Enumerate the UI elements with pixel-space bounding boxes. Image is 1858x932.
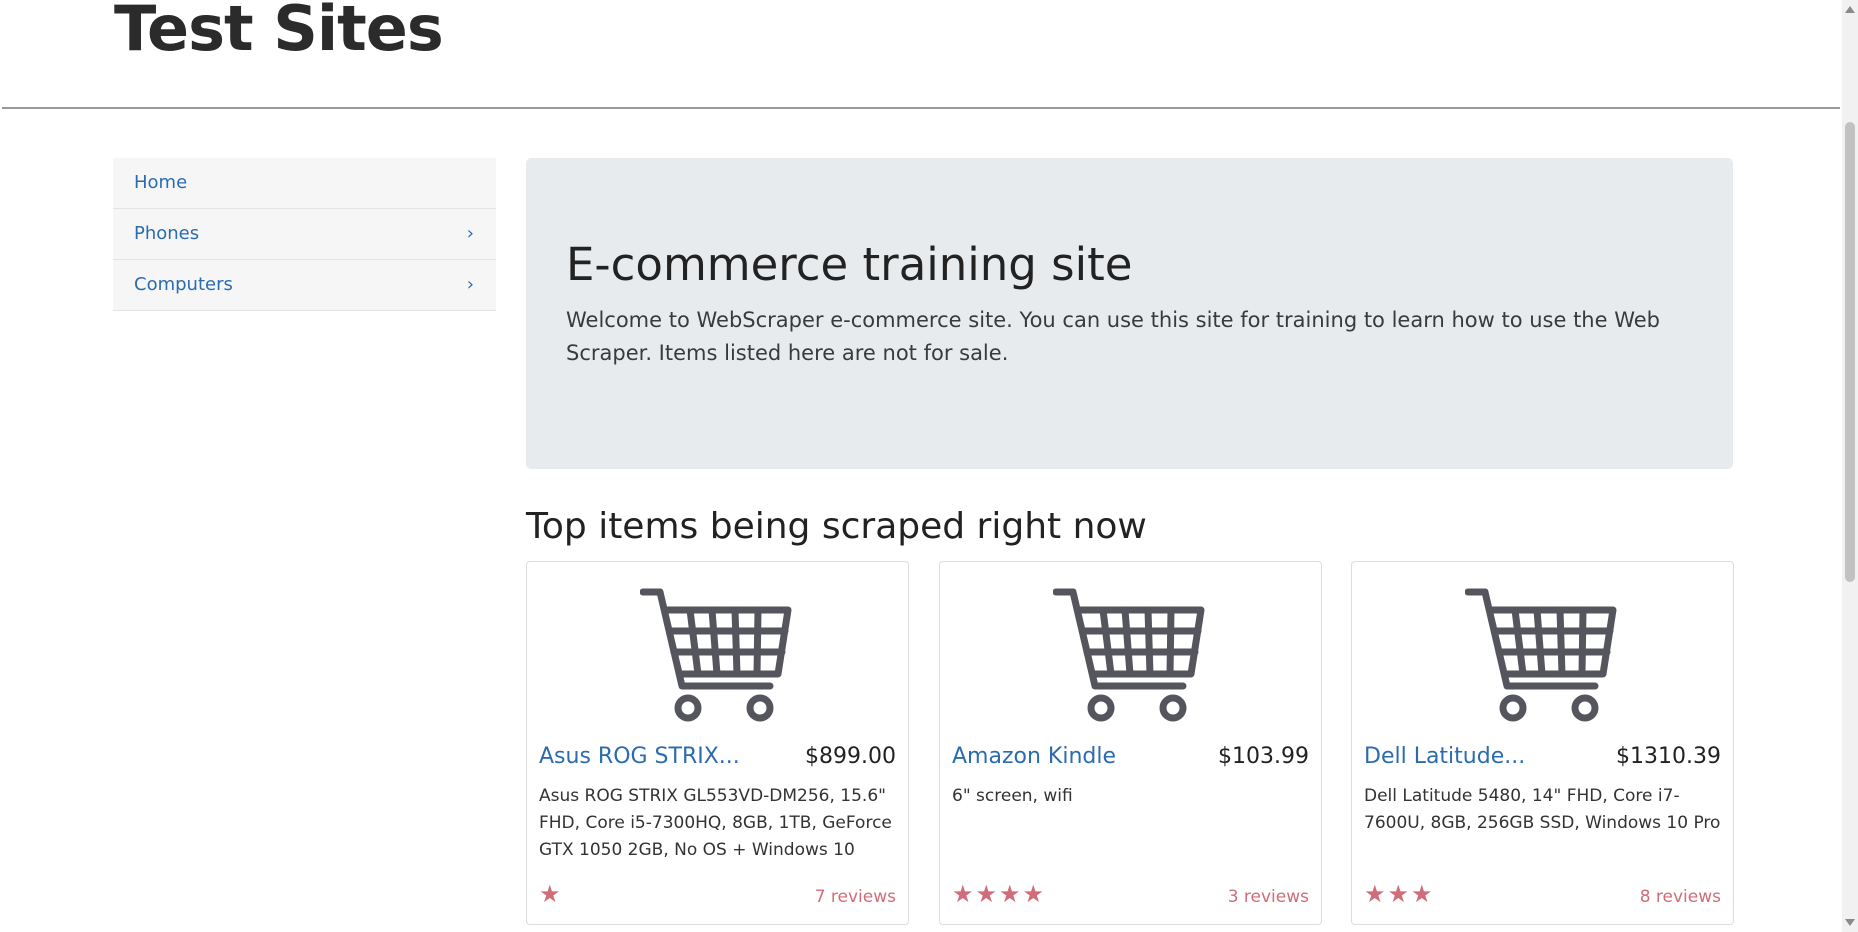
- sidebar-nav: Home Phones › Computers ›: [113, 158, 496, 311]
- scrollbar-thumb[interactable]: [1845, 122, 1855, 582]
- jumbotron-title: E-commerce training site: [566, 238, 1133, 291]
- shopping-cart-icon: [1053, 588, 1205, 722]
- product-price: $899.00: [805, 744, 896, 769]
- product-card: Amazon Kindle $103.99 6" screen, wifi ★★…: [939, 561, 1322, 925]
- product-title-link[interactable]: Dell Latitude...: [1364, 744, 1525, 769]
- star-rating: ★★★★: [952, 880, 1047, 908]
- chevron-right-icon: ›: [466, 274, 474, 295]
- sidebar-item-label: Home: [134, 172, 188, 193]
- star-rating: ★: [539, 880, 563, 908]
- jumbotron-text: Welcome to WebScraper e-commerce site. Y…: [566, 308, 1660, 365]
- sidebar-item-phones[interactable]: Phones ›: [113, 209, 496, 260]
- site-logo[interactable]: Test Sites: [114, 0, 444, 65]
- product-description: Dell Latitude 5480, 14" FHD, Core i7-760…: [1364, 786, 1721, 833]
- sidebar-item-home[interactable]: Home: [113, 158, 496, 209]
- scroll-up-arrow-icon[interactable]: [1845, 6, 1855, 13]
- chevron-right-icon: ›: [466, 223, 474, 244]
- page: Test Sites Home Phones › Computers › E-c…: [0, 0, 1842, 932]
- jumbotron: E-commerce training site Welcome to WebS…: [526, 158, 1733, 469]
- sidebar-item-computers[interactable]: Computers ›: [113, 260, 496, 311]
- product-description: Asus ROG STRIX GL553VD-DM256, 15.6" FHD,…: [539, 786, 892, 860]
- sidebar-item-label: Phones: [134, 223, 200, 244]
- product-card: Asus ROG STRIX... $899.00 Asus ROG STRIX…: [526, 561, 909, 925]
- product-price: $103.99: [1218, 744, 1309, 769]
- review-count: 8 reviews: [1639, 887, 1721, 907]
- star-rating: ★★★: [1364, 880, 1435, 908]
- scroll-down-arrow-icon[interactable]: [1845, 919, 1855, 926]
- vertical-scrollbar[interactable]: [1842, 0, 1858, 932]
- review-count: 3 reviews: [1227, 887, 1309, 907]
- shopping-cart-icon: [640, 588, 792, 722]
- shopping-cart-icon: [1465, 588, 1617, 722]
- product-title-link[interactable]: Amazon Kindle: [952, 744, 1116, 769]
- product-description: 6" screen, wifi: [952, 786, 1073, 806]
- top-navbar: Test Sites: [2, 0, 1840, 109]
- review-count: 7 reviews: [814, 887, 896, 907]
- product-price: $1310.39: [1616, 744, 1721, 769]
- product-title-link[interactable]: Asus ROG STRIX...: [539, 744, 740, 769]
- section-title: Top items being scraped right now: [526, 506, 1147, 547]
- product-card: Dell Latitude... $1310.39 Dell Latitude …: [1351, 561, 1734, 925]
- sidebar-item-label: Computers: [134, 274, 233, 295]
